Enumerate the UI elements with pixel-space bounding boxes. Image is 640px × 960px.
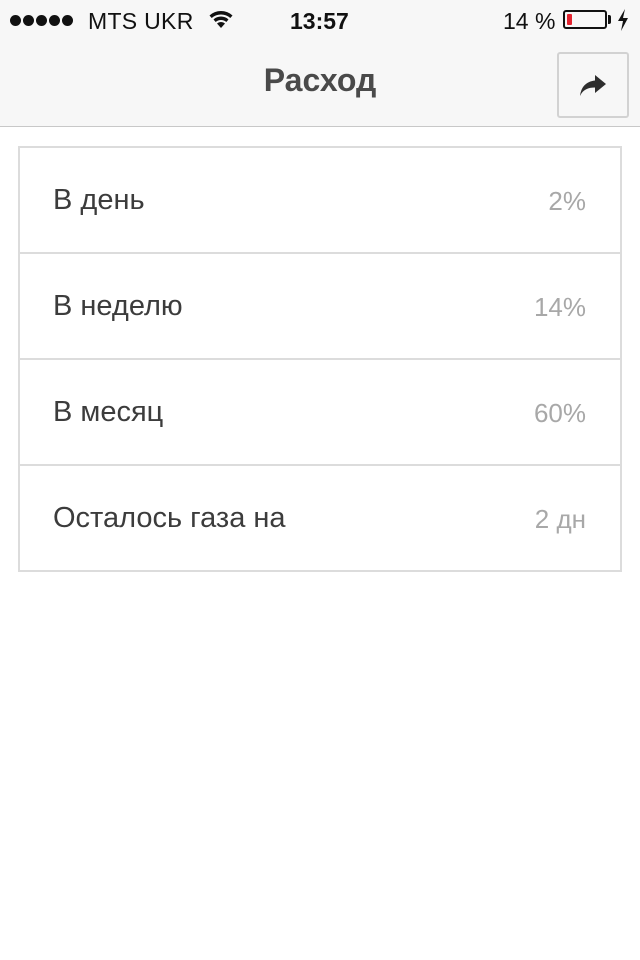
wifi-icon	[208, 9, 234, 34]
carrier-name: MTS UKR	[88, 8, 194, 34]
charging-bolt-icon	[617, 9, 629, 36]
page-title: Расход	[263, 62, 377, 98]
battery-level-fill	[567, 14, 572, 25]
list-item-per-month[interactable]: В месяц 60%	[20, 360, 620, 466]
battery-icon	[563, 10, 607, 29]
status-bar: MTS UKR 13:57 14 %	[0, 0, 640, 40]
row-label: В день	[53, 184, 145, 216]
list-item-per-day[interactable]: В день 2%	[20, 148, 620, 254]
navigation-bar: Расход	[0, 40, 640, 127]
row-value: 2%	[548, 186, 586, 216]
row-label: В неделю	[53, 290, 183, 322]
share-arrow-icon	[580, 75, 606, 96]
row-value: 60%	[533, 398, 586, 428]
share-button[interactable]	[557, 52, 629, 118]
signal-strength-icon	[10, 15, 73, 26]
list-item-gas-remaining[interactable]: Осталось газа на 2 дн	[20, 466, 620, 570]
battery-cap	[608, 15, 611, 24]
row-value: 2 дн	[534, 504, 586, 534]
consumption-list: В день 2% В неделю 14% В месяц 60% Остал…	[18, 146, 622, 572]
list-item-per-week[interactable]: В неделю 14%	[20, 254, 620, 360]
row-value: 14%	[533, 292, 586, 322]
clock: 13:57	[290, 8, 349, 34]
row-label: Осталось газа на	[53, 502, 286, 534]
row-label: В месяц	[53, 396, 164, 428]
battery-percentage: 14 %	[503, 8, 556, 34]
